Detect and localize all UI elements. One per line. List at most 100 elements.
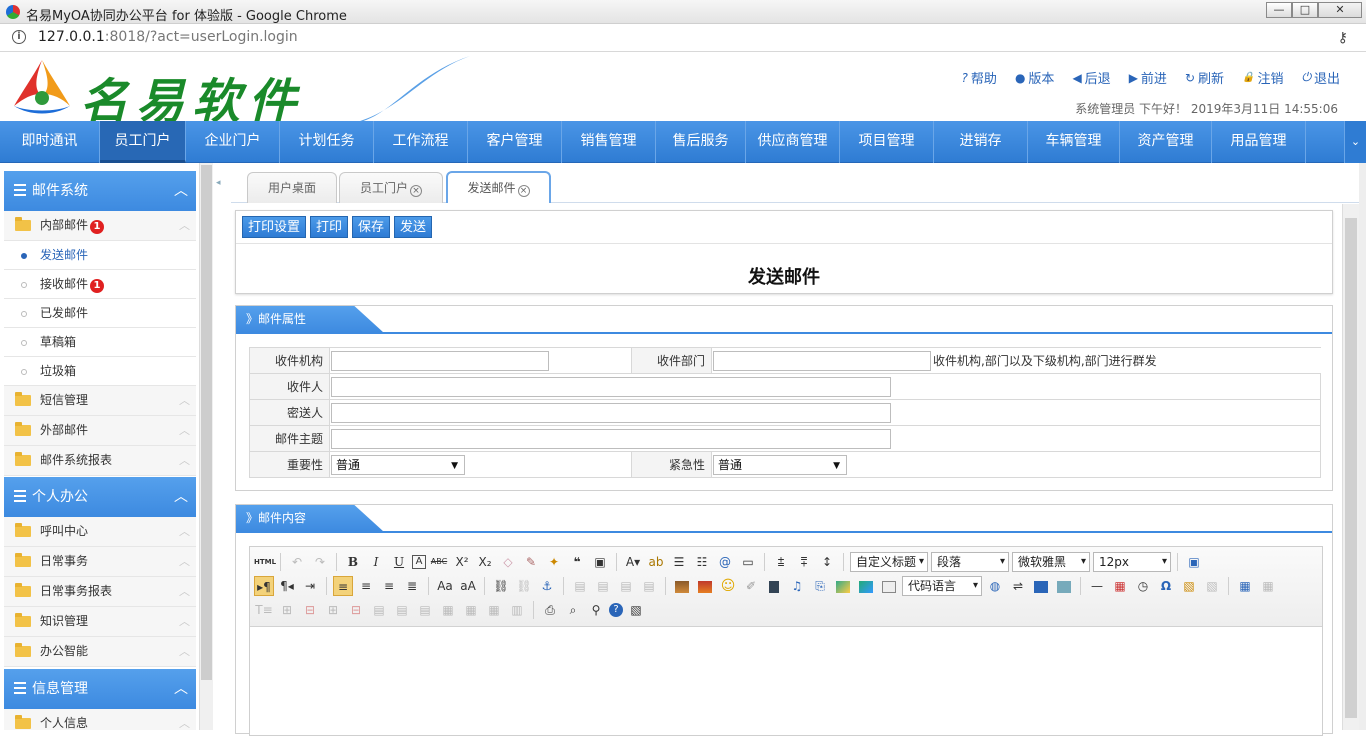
delete-table-icon[interactable]: ▦ <box>1258 576 1278 596</box>
image-none-icon[interactable]: ▤ <box>570 576 590 596</box>
horizontal-rule-icon[interactable]: — <box>1087 576 1107 596</box>
tab-employee-portal[interactable]: 员工门户 × <box>339 172 443 203</box>
nav-item[interactable]: 供应商管理 <box>746 121 840 163</box>
insert-table-icon[interactable]: ▦ <box>1235 576 1255 596</box>
superscript-icon[interactable]: X² <box>452 552 472 572</box>
page-break-icon[interactable]: ⇌ <box>1008 576 1028 596</box>
row-spacing-bottom-icon[interactable]: ⩱ <box>794 552 814 572</box>
nav-item[interactable]: 进销存 <box>934 121 1028 163</box>
sidebar-scrollbar[interactable] <box>199 163 213 730</box>
html-source-icon[interactable]: HTML <box>254 552 276 572</box>
image-left-icon[interactable]: ▤ <box>593 576 613 596</box>
split-rows-icon[interactable]: ▦ <box>461 600 481 620</box>
image-right-icon[interactable]: ▤ <box>616 576 636 596</box>
format-brush-icon[interactable]: ✎ <box>521 552 541 572</box>
to-uppercase-icon[interactable]: Aa <box>435 576 455 596</box>
subscript-icon[interactable]: X₂ <box>475 552 495 572</box>
nav-more-button[interactable]: ⌄ <box>1344 121 1366 163</box>
align-justify-icon[interactable]: ≣ <box>402 576 422 596</box>
anchor-icon[interactable]: ⚓ <box>537 576 557 596</box>
split-cells-icon[interactable]: ▦ <box>438 600 458 620</box>
cc-input[interactable] <box>331 402 891 423</box>
delete-col-icon[interactable]: ⊟ <box>346 600 366 620</box>
nav-item[interactable]: 用品管理 <box>1212 121 1306 163</box>
music-icon[interactable]: ♫ <box>787 576 807 596</box>
sidebar-item-daily-report[interactable]: 日常事务报表 ︿ <box>4 577 196 607</box>
align-left-icon[interactable]: ≡ <box>333 576 353 596</box>
frame-icon[interactable] <box>879 576 899 596</box>
italic-icon[interactable]: I <box>366 552 386 572</box>
nav-item[interactable]: 资产管理 <box>1120 121 1212 163</box>
font-color-icon[interactable]: A▾ <box>623 552 643 572</box>
undo-icon[interactable]: ↶ <box>287 552 307 572</box>
address-bar[interactable]: i 127.0.0.1:8018/?act=userLogin.login ⚷ <box>0 24 1366 52</box>
sidebar-item-drafts[interactable]: 草稿箱 <box>4 328 196 357</box>
nav-item[interactable]: 车辆管理 <box>1028 121 1120 163</box>
back-link[interactable]: ◀ 后退 <box>1072 68 1110 88</box>
align-center-icon[interactable]: ≡ <box>356 576 376 596</box>
key-icon[interactable]: ⚷ <box>1338 30 1348 46</box>
font-family-select[interactable]: 微软雅黑 <box>1012 552 1090 572</box>
nav-item[interactable]: 工作流程 <box>374 121 468 163</box>
help-icon[interactable]: ? <box>609 603 623 617</box>
send-button[interactable]: 发送 <box>394 216 433 238</box>
template-icon[interactable] <box>1054 576 1074 596</box>
sidebar-item-send-mail[interactable]: 发送邮件 <box>4 241 196 270</box>
drafts-icon[interactable]: ▧ <box>626 600 646 620</box>
sidebar-item-internal-mail[interactable]: 内部邮件 1 ︿ <box>4 211 196 241</box>
tab-send-mail[interactable]: 发送邮件 × <box>446 171 551 203</box>
special-char-icon[interactable]: Ω <box>1156 576 1176 596</box>
rtl-icon[interactable]: ¶◂ <box>277 576 297 596</box>
subject-input[interactable] <box>331 428 891 449</box>
align-right-icon[interactable]: ≡ <box>379 576 399 596</box>
gmap-icon[interactable] <box>856 576 876 596</box>
sidebar-item-mail-report[interactable]: 邮件系统报表 ︿ <box>4 446 196 476</box>
nav-item[interactable]: 即时通讯 <box>0 121 100 163</box>
select-all-icon[interactable]: @ <box>715 552 735 572</box>
exit-link[interactable]: ⏻ 退出 <box>1301 68 1340 87</box>
map-icon[interactable] <box>833 576 853 596</box>
editor-body[interactable] <box>250 628 1322 735</box>
logout-link[interactable]: 🔒 注销 <box>1242 68 1283 87</box>
close-tab-icon[interactable]: × <box>517 185 530 197</box>
help-link[interactable]: ? 帮助 <box>962 68 997 88</box>
refresh-link[interactable]: ↻ 刷新 <box>1185 68 1224 88</box>
nav-item[interactable]: 客户管理 <box>468 121 562 163</box>
close-window-button[interactable]: ✕ <box>1318 2 1362 18</box>
site-info-icon[interactable]: i <box>12 30 26 44</box>
insert-col-icon[interactable]: ⊞ <box>323 600 343 620</box>
split-cols-icon[interactable]: ▦ <box>484 600 504 620</box>
clear-doc-icon[interactable]: ▭ <box>738 552 758 572</box>
web-image-icon[interactable]: ◍ <box>985 576 1005 596</box>
forward-link[interactable]: ▶ 前进 <box>1129 68 1167 88</box>
ordered-list-icon[interactable]: ☰ <box>669 552 689 572</box>
tab-user-desktop[interactable]: 用户桌面 <box>247 172 337 203</box>
image-center-icon[interactable]: ▤ <box>639 576 659 596</box>
nav-item[interactable]: 销售管理 <box>562 121 656 163</box>
multi-image-icon[interactable] <box>695 576 715 596</box>
merge-cells-icon[interactable]: ▤ <box>369 600 389 620</box>
emotion-icon[interactable]: ☺ <box>718 576 738 596</box>
sidebar-item-call-center[interactable]: 呼叫中心 ︿ <box>4 517 196 547</box>
insert-paragraph-before-table-icon[interactable]: T≡ <box>254 600 274 620</box>
rich-text-editor[interactable]: HTML ↶ ↷ B I U A ABC X² X₂ ◇ ✎ ✦ ❝ ▣ A▾ … <box>249 546 1323 736</box>
date-icon[interactable]: ▦ <box>1110 576 1130 596</box>
font-border-icon[interactable]: A <box>412 555 426 569</box>
strikethrough-icon[interactable]: ABC <box>429 552 449 572</box>
insert-image-icon[interactable] <box>672 576 692 596</box>
print-settings-button[interactable]: 打印设置 <box>242 216 307 238</box>
sidebar-item-personal-info[interactable]: 个人信息 ︿ <box>4 709 196 730</box>
print-button[interactable]: 打印 <box>310 216 349 238</box>
sidebar-item-sms[interactable]: 短信管理 ︿ <box>4 386 196 416</box>
version-link[interactable]: ● 版本 <box>1015 68 1055 88</box>
section-mail[interactable]: 邮件系统 ︿ <box>4 171 196 211</box>
auto-format-icon[interactable]: ✦ <box>544 552 564 572</box>
paragraph-select[interactable]: 段落 <box>931 552 1009 572</box>
blockquote-icon[interactable]: ❝ <box>567 552 587 572</box>
sidebar-item-sent-mail[interactable]: 已发邮件 <box>4 299 196 328</box>
nav-item[interactable]: 项目管理 <box>840 121 934 163</box>
collapse-sidebar-icon[interactable]: ◂ <box>216 178 221 188</box>
to-lowercase-icon[interactable]: aA <box>458 576 478 596</box>
code-language-select[interactable]: 代码语言 <box>902 576 982 596</box>
unordered-list-icon[interactable]: ☷ <box>692 552 712 572</box>
